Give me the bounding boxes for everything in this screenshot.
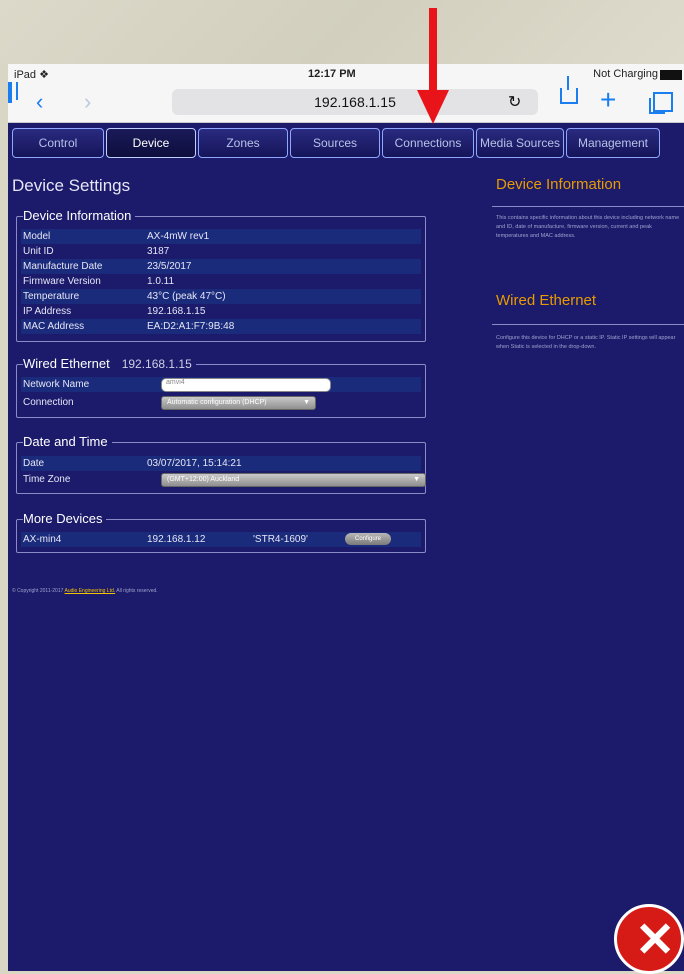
more-devices-panel: More Devices AX-min4 192.168.1.12 'STR4-… — [16, 511, 426, 553]
row-label: IP Address — [23, 306, 72, 317]
page-title: Device Settings — [12, 176, 131, 195]
wired-legend-title: Wired Ethernet — [23, 356, 110, 371]
table-row: IP Address 192.168.1.15 — [21, 304, 421, 319]
copyright-prefix: © Copyright 2011-2017 — [12, 588, 64, 594]
row-label: Temperature — [23, 291, 80, 302]
date-row: Date 03/07/2017, 15:14:21 — [21, 456, 421, 471]
timezone-select[interactable]: (GMT+12:00) Auckland ▼ — [161, 473, 426, 487]
ipad-screen: iPad ❖ 12:17 PM Not Charging ‹ › 192.168… — [8, 64, 684, 971]
status-bar: iPad ❖ 12:17 PM Not Charging — [8, 64, 684, 84]
connection-row: Connection Automatic configuration (DHCP… — [21, 395, 421, 410]
help-device-info-title: Device Information — [496, 176, 622, 193]
tab-media-sources[interactable]: Media Sources — [476, 128, 564, 158]
date-time-panel: Date and Time Date 03/07/2017, 15:14:21 … — [16, 434, 426, 494]
date-label: Date — [23, 458, 45, 469]
tab-device[interactable]: Device — [106, 128, 196, 158]
network-name-input[interactable]: amvi4 — [161, 378, 331, 392]
annotation-arrow-shaft — [429, 8, 437, 94]
help-wired-text: Configure this device for DHCP or a stat… — [496, 335, 676, 350]
battery-icon — [660, 70, 682, 80]
back-icon[interactable]: ‹ — [36, 90, 43, 114]
network-name-label: Network Name — [23, 379, 90, 390]
device-row: AX-min4 192.168.1.12 'STR4-1609' Configu… — [21, 532, 421, 547]
timezone-select-value: (GMT+12:00) Auckland — [167, 476, 240, 483]
row-value: 3187 — [147, 246, 170, 257]
divider — [492, 206, 684, 207]
wired-legend: Wired Ethernet 192.168.1.15 — [23, 356, 196, 371]
row-value: AX-4mW rev1 — [147, 231, 210, 242]
table-row: Firmware Version 1.0.11 — [21, 274, 421, 289]
row-value: EA:D2:A1:F7:9B:48 — [147, 321, 235, 332]
tab-management[interactable]: Management — [566, 128, 660, 158]
device-ip: 192.168.1.12 — [147, 534, 206, 545]
tab-zones[interactable]: Zones — [198, 128, 288, 158]
device-info-panel: Device Information Model AX-4mW rev1 Uni… — [16, 208, 426, 342]
wired-legend-ip: 192.168.1.15 — [121, 357, 192, 371]
connection-select-value: Automatic configuration (DHCP) — [167, 399, 267, 406]
background — [0, 0, 684, 64]
tabs-icon[interactable] — [649, 92, 673, 114]
tab-control[interactable]: Control — [12, 128, 104, 158]
copyright-suffix: All rights reserved. — [116, 588, 158, 594]
row-value: 192.168.1.15 — [147, 306, 206, 317]
close-icon[interactable]: ✕ — [614, 904, 684, 974]
help-wired-title: Wired Ethernet — [496, 292, 597, 309]
row-value: 43°C (peak 47°C) — [147, 291, 226, 302]
chevron-down-icon: ▼ — [413, 476, 420, 483]
carrier-label: iPad ❖ — [14, 69, 49, 81]
reload-icon[interactable]: ↻ — [508, 92, 521, 112]
device-serial: 'STR4-1609' — [253, 534, 308, 545]
timezone-label: Time Zone — [23, 474, 71, 485]
annotation-arrow-icon — [417, 90, 449, 124]
more-devices-legend: More Devices — [23, 511, 107, 526]
configure-button[interactable]: Configure — [345, 533, 391, 545]
connection-select[interactable]: Automatic configuration (DHCP) ▼ — [161, 396, 316, 410]
wired-ethernet-panel: Wired Ethernet 192.168.1.15 Network Name … — [16, 356, 426, 418]
table-row: Unit ID 3187 — [21, 244, 421, 259]
company-link[interactable]: Audio Engineering Ltd. — [65, 588, 116, 594]
browser-toolbar: ‹ › 192.168.1.15 ↻ + — [8, 76, 684, 123]
url-text: 192.168.1.15 — [314, 94, 396, 110]
row-label: Unit ID — [23, 246, 54, 257]
help-device-info-text: This contains specific information about… — [496, 215, 680, 239]
divider — [492, 324, 684, 325]
address-bar[interactable]: 192.168.1.15 ↻ — [172, 89, 538, 115]
tab-connections[interactable]: Connections — [382, 128, 474, 158]
table-row: Model AX-4mW rev1 — [21, 229, 421, 244]
row-label: MAC Address — [23, 321, 85, 332]
bookmarks-icon[interactable] — [8, 82, 12, 103]
connection-label: Connection — [23, 397, 74, 408]
row-label: Manufacture Date — [23, 261, 103, 272]
device-name: AX-min4 — [23, 534, 62, 545]
clock: 12:17 PM — [308, 68, 356, 80]
tab-sources[interactable]: Sources — [290, 128, 380, 158]
copyright: © Copyright 2011-2017 Audio Engineering … — [12, 588, 158, 594]
table-row: Manufacture Date 23/5/2017 — [21, 259, 421, 274]
row-label: Model — [23, 231, 51, 242]
timezone-row: Time Zone (GMT+12:00) Auckland ▼ — [21, 472, 426, 487]
chevron-down-icon: ▼ — [303, 399, 310, 406]
device-info-legend: Device Information — [23, 208, 136, 223]
battery-label: Not Charging — [593, 68, 658, 80]
table-row: Temperature 43°C (peak 47°C) — [21, 289, 421, 304]
date-time-legend: Date and Time — [23, 434, 112, 449]
row-value: 23/5/2017 — [147, 261, 192, 272]
forward-icon[interactable]: › — [84, 90, 91, 114]
share-icon[interactable] — [560, 76, 578, 104]
row-value: 1.0.11 — [147, 276, 175, 287]
date-value: 03/07/2017, 15:14:21 — [147, 458, 242, 469]
network-name-row: Network Name amvi4 — [21, 377, 421, 392]
new-tab-icon[interactable]: + — [600, 86, 616, 114]
row-label: Firmware Version — [23, 276, 101, 287]
table-row: MAC Address EA:D2:A1:F7:9B:48 — [21, 319, 421, 334]
